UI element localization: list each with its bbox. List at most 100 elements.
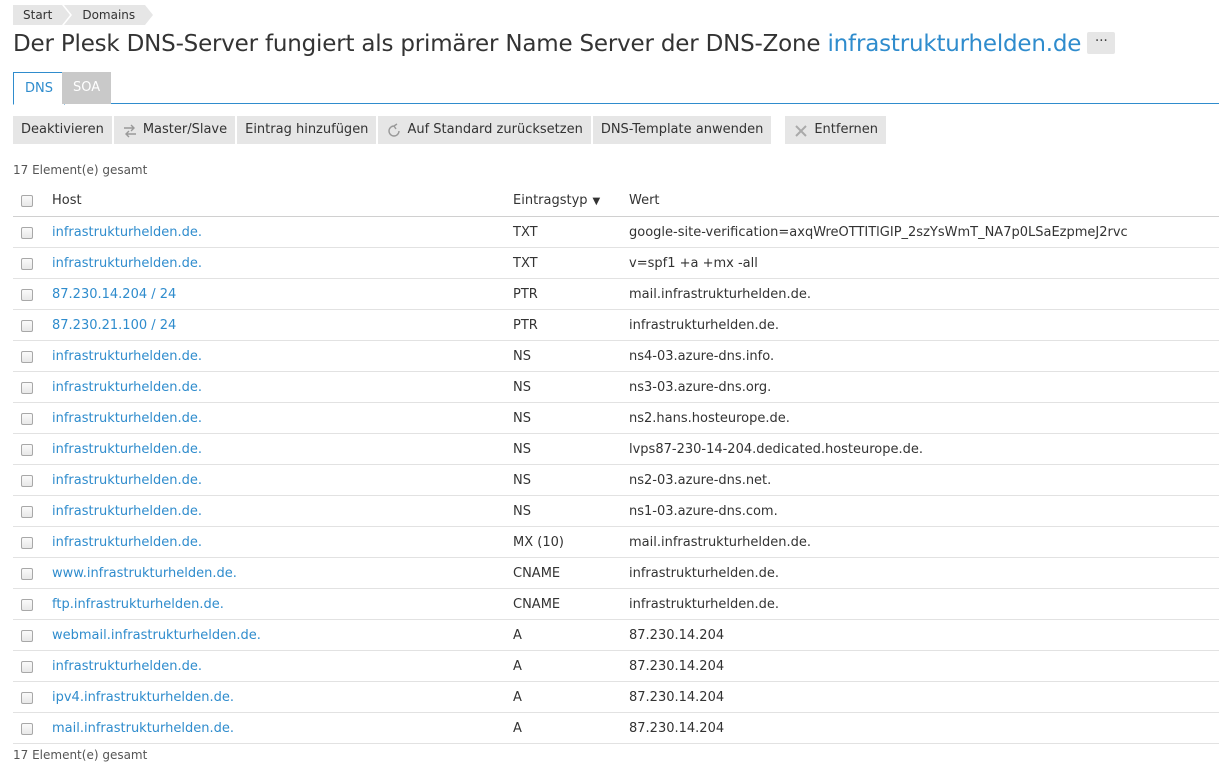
row-checkbox[interactable] bbox=[21, 320, 33, 332]
row-host-link[interactable]: infrastrukturhelden.de. bbox=[52, 403, 202, 434]
table-row: ipv4.infrastrukturhelden.de. A 87.230.14.2… bbox=[13, 682, 1219, 713]
row-checkbox[interactable] bbox=[21, 537, 33, 549]
row-value: 87.230.14.204 bbox=[629, 721, 725, 736]
row-value: mail.infrastrukturhelden.de. bbox=[629, 287, 812, 302]
remove-x-icon bbox=[793, 122, 809, 138]
row-checkbox[interactable] bbox=[21, 227, 33, 239]
row-host-link[interactable]: webmail.infrastrukturhelden.de. bbox=[52, 620, 261, 651]
master-slave-label: Master/Slave bbox=[142, 122, 228, 137]
switch-arrows-icon bbox=[122, 122, 138, 138]
reset-default-label: Auf Standard zurücksetzen bbox=[407, 122, 583, 137]
row-checkbox[interactable] bbox=[21, 630, 33, 642]
breadcrumb: Start Domains bbox=[13, 5, 155, 25]
header-value[interactable]: Wert bbox=[629, 185, 660, 217]
row-value: v=spf1 +a +mx -all bbox=[629, 256, 758, 271]
row-value: ns4-03.azure-dns.info. bbox=[629, 349, 775, 364]
header-type-label: Eintragstyp bbox=[513, 193, 588, 208]
row-host-link[interactable]: infrastrukturhelden.de. bbox=[52, 651, 202, 682]
select-all-checkbox[interactable] bbox=[21, 195, 33, 207]
row-type: PTR bbox=[513, 287, 538, 302]
row-type: NS bbox=[513, 411, 531, 426]
row-host-link[interactable]: infrastrukturhelden.de. bbox=[52, 217, 202, 248]
breadcrumb-start[interactable]: Start bbox=[13, 5, 71, 25]
row-checkbox[interactable] bbox=[21, 413, 33, 425]
breadcrumb-domains[interactable]: Domains bbox=[64, 5, 153, 25]
master-slave-button[interactable]: Master/Slave bbox=[113, 116, 236, 144]
row-checkbox[interactable] bbox=[21, 382, 33, 394]
row-checkbox[interactable] bbox=[21, 661, 33, 673]
header-type[interactable]: Eintragstyp ▼ bbox=[513, 185, 600, 218]
item-count-top: 17 Element(e) gesamt bbox=[13, 163, 148, 177]
row-host-link[interactable]: infrastrukturhelden.de. bbox=[52, 434, 202, 465]
row-checkbox[interactable] bbox=[21, 568, 33, 580]
remove-label: Entfernen bbox=[814, 122, 879, 137]
row-host-link[interactable]: infrastrukturhelden.de. bbox=[52, 372, 202, 403]
row-checkbox[interactable] bbox=[21, 599, 33, 611]
row-type: NS bbox=[513, 504, 531, 519]
deactivate-button[interactable]: Deaktivieren bbox=[13, 116, 112, 144]
table-row: infrastrukturhelden.de. NS ns3-03.azure-dn… bbox=[13, 372, 1219, 403]
row-host-link[interactable]: www.infrastrukturhelden.de. bbox=[52, 558, 237, 589]
row-host-link[interactable]: infrastrukturhelden.de. bbox=[52, 248, 202, 279]
table-row: infrastrukturhelden.de. TXT v=spf1 +a +mx … bbox=[13, 248, 1219, 279]
row-type: NS bbox=[513, 473, 531, 488]
row-checkbox[interactable] bbox=[21, 475, 33, 487]
header-host[interactable]: Host bbox=[52, 185, 82, 217]
remove-button[interactable]: Entfernen bbox=[785, 116, 887, 144]
row-checkbox[interactable] bbox=[21, 258, 33, 270]
row-type: NS bbox=[513, 442, 531, 457]
toolbar: Deaktivieren Master/Slave Eintrag hinzuf… bbox=[13, 116, 888, 144]
row-value: infrastrukturhelden.de. bbox=[629, 318, 780, 333]
table-row: ftp.infrastrukturhelden.de. CNAME infrastr… bbox=[13, 589, 1219, 620]
row-value: 87.230.14.204 bbox=[629, 659, 725, 674]
table-body: infrastrukturhelden.de. TXT google-site-ve… bbox=[13, 217, 1219, 744]
table-row: infrastrukturhelden.de. NS ns2.hans.hosteu… bbox=[13, 403, 1219, 434]
row-checkbox[interactable] bbox=[21, 692, 33, 704]
deactivate-label: Deaktivieren bbox=[21, 122, 104, 137]
add-entry-button[interactable]: Eintrag hinzufügen bbox=[237, 116, 377, 144]
table-row: infrastrukturhelden.de. NS lvps87-230-14-2… bbox=[13, 434, 1219, 465]
row-host-link[interactable]: infrastrukturhelden.de. bbox=[52, 527, 202, 558]
row-host-link[interactable]: 87.230.14.204 / 24 bbox=[52, 279, 176, 310]
row-type: A bbox=[513, 659, 522, 674]
row-type: A bbox=[513, 690, 522, 705]
row-type: TXT bbox=[513, 256, 538, 271]
row-checkbox[interactable] bbox=[21, 723, 33, 735]
reset-default-button[interactable]: Auf Standard zurücksetzen bbox=[378, 116, 591, 144]
more-actions-button[interactable]: ··· bbox=[1087, 31, 1116, 54]
row-checkbox[interactable] bbox=[21, 444, 33, 456]
row-host-link[interactable]: infrastrukturhelden.de. bbox=[52, 465, 202, 496]
row-value: ns2.hans.hosteurope.de. bbox=[629, 411, 790, 426]
tab-dns[interactable]: DNS bbox=[13, 72, 65, 105]
row-type: A bbox=[513, 721, 522, 736]
row-host-link[interactable]: mail.infrastrukturhelden.de. bbox=[52, 713, 234, 744]
row-value: infrastrukturhelden.de. bbox=[629, 597, 780, 612]
page-title-domain-link[interactable]: infrastrukturhelden.de bbox=[827, 31, 1081, 57]
row-checkbox[interactable] bbox=[21, 289, 33, 301]
row-type: TXT bbox=[513, 225, 538, 240]
table-row: infrastrukturhelden.de. NS ns2-03.azure-dn… bbox=[13, 465, 1219, 496]
row-value: ns1-03.azure-dns.com. bbox=[629, 504, 778, 519]
dns-records-table: Host Eintragstyp ▼ Wert infrastrukturheld… bbox=[13, 185, 1219, 744]
row-host-link[interactable]: ipv4.infrastrukturhelden.de. bbox=[52, 682, 234, 713]
row-host-link[interactable]: 87.230.21.100 / 24 bbox=[52, 310, 176, 341]
row-checkbox[interactable] bbox=[21, 506, 33, 518]
row-value: lvps87-230-14-204.dedicated.hosteurope.d… bbox=[629, 442, 924, 457]
row-type: CNAME bbox=[513, 597, 561, 612]
row-checkbox[interactable] bbox=[21, 351, 33, 363]
row-value: 87.230.14.204 bbox=[629, 690, 725, 705]
item-count-bottom: 17 Element(e) gesamt bbox=[13, 748, 148, 762]
apply-template-button[interactable]: DNS-Template anwenden bbox=[592, 116, 772, 144]
table-row: infrastrukturhelden.de. NS ns4-03.azure-dn… bbox=[13, 341, 1219, 372]
tab-soa[interactable]: SOA bbox=[62, 72, 112, 104]
table-row: infrastrukturhelden.de. NS ns1-03.azure-dn… bbox=[13, 496, 1219, 527]
page-title: Der Plesk DNS-Server fungiert als primär… bbox=[13, 31, 1116, 57]
row-host-link[interactable]: ftp.infrastrukturhelden.de. bbox=[52, 589, 224, 620]
row-value: ns2-03.azure-dns.net. bbox=[629, 473, 772, 488]
row-value: google-site-verification=axqWreOTTITlGIP… bbox=[629, 225, 1128, 240]
table-row: 87.230.14.204 / 24 PTR mail.infrastrukturh… bbox=[13, 279, 1219, 310]
row-host-link[interactable]: infrastrukturhelden.de. bbox=[52, 496, 202, 527]
row-host-link[interactable]: infrastrukturhelden.de. bbox=[52, 341, 202, 372]
table-row: 87.230.21.100 / 24 PTR infrastrukturhelden… bbox=[13, 310, 1219, 341]
row-type: A bbox=[513, 628, 522, 643]
